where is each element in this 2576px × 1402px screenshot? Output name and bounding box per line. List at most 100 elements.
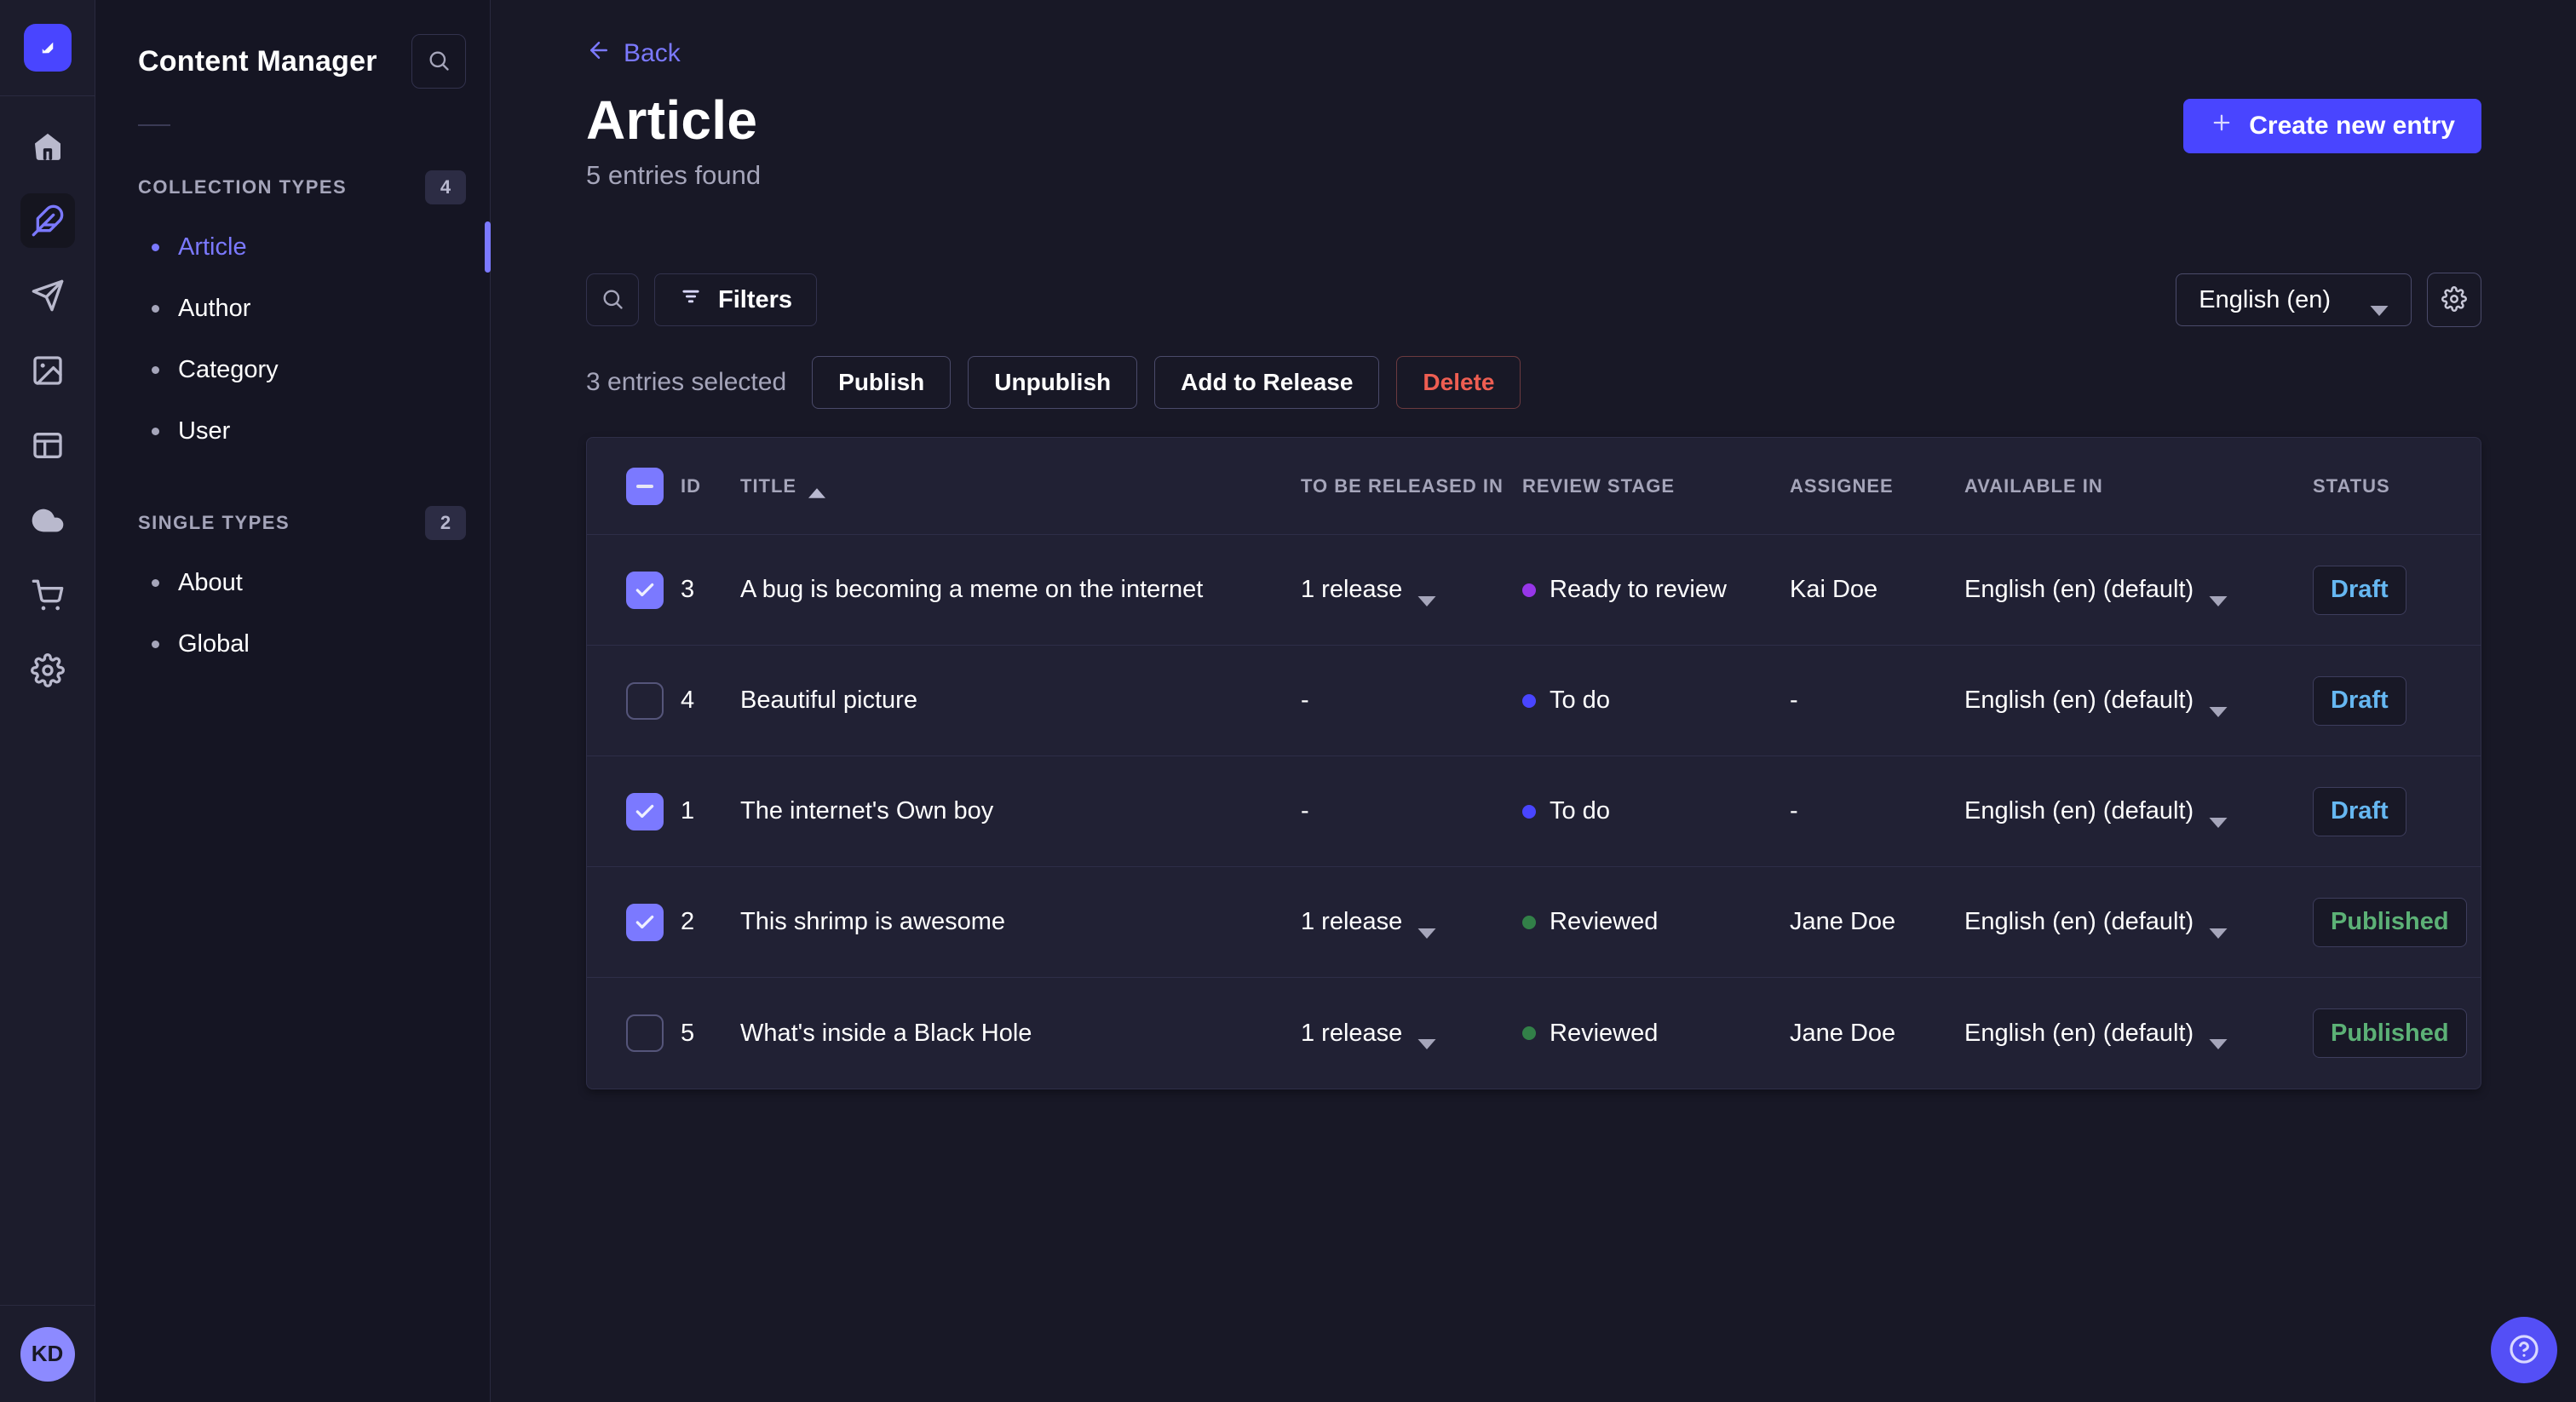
nav-releases-icon[interactable]: [10, 258, 85, 333]
stage-dot-icon: [1522, 915, 1536, 929]
status-badge: Published: [2313, 897, 2467, 947]
chevron-down-icon: [1417, 917, 1436, 939]
filters-button[interactable]: Filters: [654, 273, 818, 326]
assignee-cell: -: [1790, 687, 1798, 714]
nav-deploy-icon[interactable]: [10, 483, 85, 558]
release-dropdown[interactable]: 1 release: [1301, 908, 1522, 939]
chevron-down-icon: [2209, 807, 2228, 828]
assignee-cell: Kai Doe: [1790, 576, 1878, 603]
sidebar-item-global[interactable]: Global: [95, 613, 490, 675]
entry-id: 5: [681, 1019, 695, 1047]
entry-id: 3: [681, 576, 695, 603]
publish-button[interactable]: Publish: [812, 356, 952, 409]
sidebar-item-author[interactable]: Author: [95, 278, 490, 339]
row-checkbox[interactable]: [626, 571, 664, 609]
sidebar-item-about[interactable]: About: [95, 552, 490, 613]
assignee-cell: Jane Doe: [1790, 908, 1896, 935]
review-stage-cell: Ready to review: [1522, 576, 1790, 604]
locale-dropdown[interactable]: English (en) (default): [1964, 687, 2313, 717]
create-new-entry-button[interactable]: Create new entry: [2183, 99, 2481, 153]
row-checkbox[interactable]: [626, 792, 664, 830]
release-dropdown[interactable]: 1 release: [1301, 576, 1522, 606]
column-header-title[interactable]: Title: [740, 475, 1301, 498]
select-all-checkbox[interactable]: [626, 467, 664, 505]
chevron-down-icon: [2370, 295, 2389, 316]
column-header-available-in: Available in: [1964, 474, 2103, 497]
chevron-down-icon: [2209, 585, 2228, 606]
user-avatar[interactable]: KD: [20, 1326, 75, 1382]
entry-id: 1: [681, 797, 695, 825]
search-entries-button[interactable]: [586, 273, 639, 326]
review-stage-cell: Reviewed: [1522, 908, 1790, 936]
table-row[interactable]: 1 The internet's Own boy - To do - Engli…: [587, 756, 2481, 867]
main-content: Back Article 5 entries found Create new …: [491, 0, 2576, 1402]
chevron-down-icon: [2209, 1028, 2228, 1049]
locale-dropdown[interactable]: English (en) (default): [1964, 908, 2313, 939]
column-header-status: Status: [2313, 474, 2390, 497]
entry-title: The internet's Own boy: [740, 797, 994, 825]
entry-title: This shrimp is awesome: [740, 908, 1006, 935]
back-link[interactable]: Back: [586, 37, 681, 70]
row-checkbox[interactable]: [626, 681, 664, 720]
sidebar-item-user[interactable]: User: [95, 400, 490, 462]
bullet-icon: [152, 578, 159, 587]
release-cell: -: [1301, 797, 1309, 825]
bullet-icon: [152, 427, 159, 435]
nav-home-icon[interactable]: [10, 108, 85, 183]
locale-dropdown[interactable]: English (en) (default): [1964, 797, 2313, 828]
chevron-down-icon: [1417, 585, 1436, 606]
entries-count: 5 entries found: [586, 160, 762, 190]
row-checkbox[interactable]: [626, 903, 664, 941]
nav-media-library-icon[interactable]: [10, 333, 85, 408]
status-badge: Draft: [2313, 565, 2406, 615]
nav-marketplace-icon[interactable]: [10, 558, 85, 633]
divider: [138, 124, 170, 126]
nav-content-icon[interactable]: [10, 183, 85, 258]
locale-select[interactable]: English (en): [2176, 273, 2412, 326]
release-dropdown[interactable]: 1 release: [1301, 1020, 1522, 1049]
locale-dropdown[interactable]: English (en) (default): [1964, 1020, 2313, 1049]
entry-title: What's inside a Black Hole: [740, 1019, 1032, 1047]
arrow-left-icon: [586, 37, 612, 70]
assignee-cell: -: [1790, 797, 1798, 825]
add-to-release-button[interactable]: Add to Release: [1154, 356, 1380, 409]
column-header-id[interactable]: ID: [681, 475, 740, 497]
table-row[interactable]: 2 This shrimp is awesome 1 release Revie…: [587, 867, 2481, 978]
selection-count: 3 entries selected: [586, 368, 787, 396]
column-header-release: To be released in: [1301, 474, 1504, 497]
table-row[interactable]: 5 What's inside a Black Hole 1 release R…: [587, 978, 2481, 1089]
entries-table: ID Title To be released in Review stage …: [586, 437, 2481, 1089]
review-stage-cell: To do: [1522, 687, 1790, 715]
section-label: Collection Types: [138, 176, 348, 198]
sidebar-item-category[interactable]: Category: [95, 339, 490, 400]
status-badge: Draft: [2313, 786, 2406, 836]
strapi-logo[interactable]: [23, 24, 72, 72]
section-count-badge: 4: [425, 170, 466, 204]
sort-asc-icon: [808, 481, 826, 498]
entry-id: 4: [681, 687, 695, 714]
chevron-down-icon: [2209, 696, 2228, 717]
locale-dropdown[interactable]: English (en) (default): [1964, 576, 2313, 606]
nav-settings-icon[interactable]: [10, 633, 85, 708]
bullet-icon: [152, 243, 159, 251]
status-badge: Draft: [2313, 675, 2406, 726]
unpublish-button[interactable]: Unpublish: [968, 356, 1138, 409]
nav-content-type-builder-icon[interactable]: [10, 408, 85, 483]
view-settings-button[interactable]: [2427, 273, 2481, 327]
delete-button[interactable]: Delete: [1396, 356, 1521, 409]
section-count-badge: 2: [425, 506, 466, 540]
help-button[interactable]: [2491, 1317, 2557, 1383]
entry-title: A bug is becoming a meme on the internet: [740, 576, 1204, 603]
row-checkbox[interactable]: [626, 1014, 664, 1052]
section-label: Single Types: [138, 512, 290, 533]
chevron-down-icon: [2209, 917, 2228, 939]
content-manager-subnav: Content Manager Collection Types 4 Artic…: [95, 0, 491, 1402]
subnav-search-button[interactable]: [411, 34, 466, 89]
entry-id: 2: [681, 908, 695, 935]
table-row[interactable]: 4 Beautiful picture - To do - English (e…: [587, 646, 2481, 756]
stage-dot-icon: [1522, 1026, 1536, 1040]
table-row[interactable]: 3 A bug is becoming a meme on the intern…: [587, 535, 2481, 646]
sidebar-item-article[interactable]: Article: [95, 216, 491, 278]
stage-dot-icon: [1522, 804, 1536, 819]
review-stage-cell: To do: [1522, 797, 1790, 825]
